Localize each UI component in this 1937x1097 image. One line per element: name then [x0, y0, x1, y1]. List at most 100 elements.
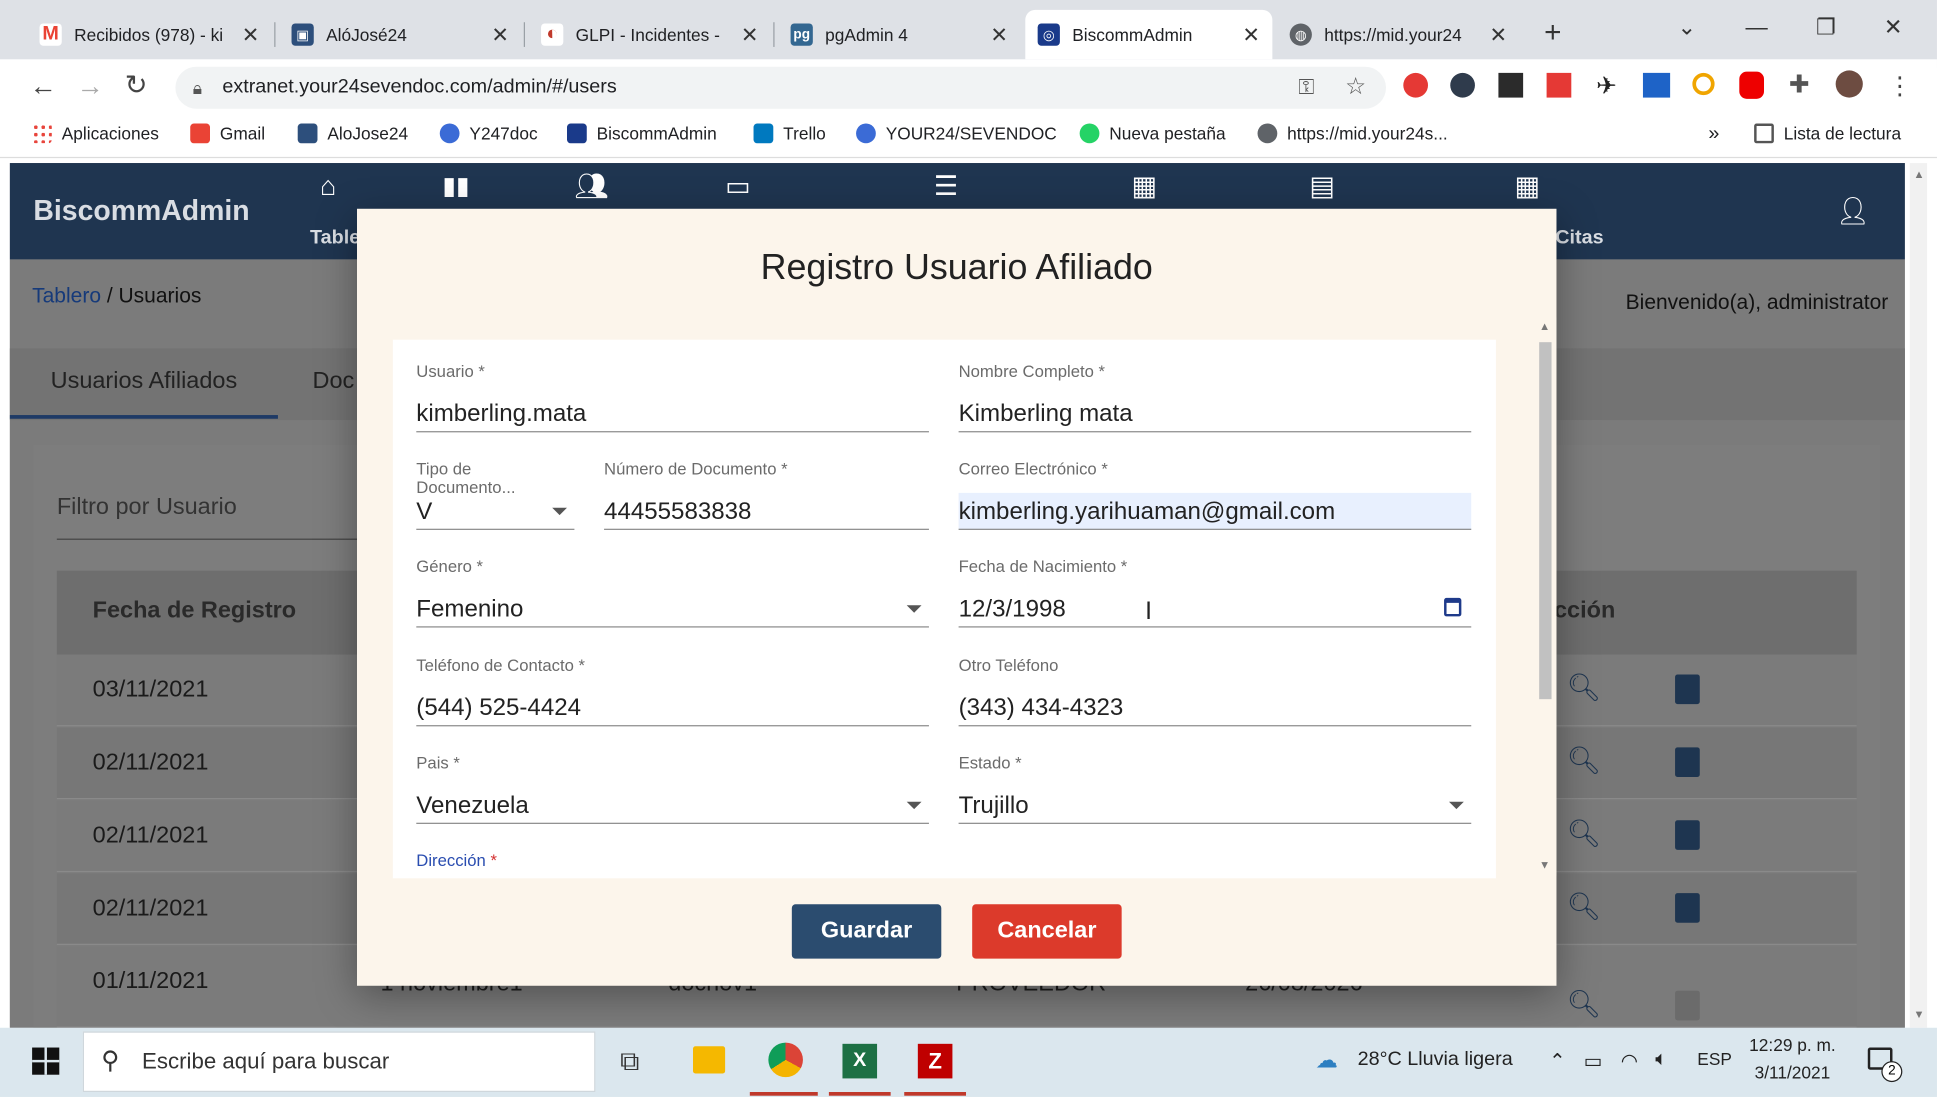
cancel-button[interactable]: Cancelar — [972, 904, 1122, 959]
dialog-scrollbar[interactable]: ▲ ▼ — [1534, 317, 1557, 876]
restore-icon[interactable]: ❐ — [1816, 15, 1836, 41]
document-number-field[interactable]: Número de Documento * 44455583838 — [604, 460, 929, 530]
save-button[interactable]: Guardar — [791, 904, 942, 959]
page-scrollbar[interactable]: ▲ ▼ — [1909, 163, 1928, 1028]
scrollbar-thumb[interactable] — [1539, 342, 1552, 700]
key-icon[interactable]: ⚿ — [1298, 67, 1314, 109]
document-type-select[interactable]: Tipo de Documento... V — [416, 460, 575, 530]
clipboard-icon[interactable] — [1675, 674, 1700, 705]
search-icon[interactable]: 🔍︎ — [1566, 672, 1601, 704]
extension-icon[interactable] — [1692, 72, 1715, 96]
bookmark-aplicaciones[interactable]: Aplicaciones — [32, 123, 159, 144]
tab-doctores[interactable]: Doc — [313, 348, 355, 415]
calendar-icon[interactable]: ▦ — [1132, 170, 1158, 202]
tab-search-icon[interactable]: ⌄ — [1678, 15, 1697, 41]
close-tab-icon[interactable]: ✕ — [242, 23, 260, 48]
weather-text[interactable]: 28°C Lluvia ligera — [1358, 1049, 1513, 1071]
extension-icon[interactable]: ✈ — [1596, 70, 1617, 101]
browser-tab-pgadmin[interactable]: pg pgAdmin 4 ✕ — [778, 10, 1020, 59]
bookmark-nueva-pestana[interactable]: Nueva pestaña — [1079, 123, 1226, 144]
clipboard-icon[interactable] — [1675, 990, 1700, 1021]
battery-icon[interactable]: ▭ — [1584, 1049, 1603, 1074]
browser-tab-gmail[interactable]: M Recibidos (978) - ki ✕ — [27, 10, 272, 59]
list-icon[interactable]: ☰ — [934, 170, 958, 202]
new-tab-button[interactable]: + — [1544, 16, 1561, 51]
nav-tablero-label[interactable]: Table — [310, 227, 360, 249]
extension-icon[interactable] — [1546, 72, 1572, 98]
bookmark-your24[interactable]: YOUR24/SEVENDOC — [856, 123, 1057, 144]
sof-icon[interactable] — [1642, 72, 1671, 98]
bookmark-gmail[interactable]: Gmail — [190, 123, 265, 144]
clipboard-icon[interactable] — [1675, 820, 1700, 850]
breadcrumb-link-tablero[interactable]: Tablero — [32, 284, 101, 307]
bar-chart-icon[interactable]: ▮▮ — [442, 170, 469, 201]
menu-icon[interactable]: ⋮ — [1888, 70, 1913, 101]
search-icon[interactable]: 🔍︎ — [1566, 988, 1601, 1020]
back-icon[interactable]: ← — [30, 70, 57, 102]
extension-icon[interactable] — [1450, 72, 1475, 98]
excel-icon[interactable]: X — [842, 1043, 878, 1079]
close-window-icon[interactable]: ✕ — [1884, 15, 1903, 41]
reading-list-button[interactable]: Lista de lectura — [1754, 123, 1901, 144]
people-icon[interactable]: 👥︎ — [574, 170, 609, 202]
browser-tab-mid[interactable]: ◍ https://mid.your24 ✕ — [1277, 10, 1519, 59]
bookmark-biscommadmin[interactable]: BiscommAdmin — [567, 123, 717, 144]
gender-select[interactable]: Género * Femenino — [416, 557, 929, 628]
taskbar-search-input[interactable]: ⚲ Escribe aquí para buscar — [82, 1031, 596, 1093]
credit-card-icon[interactable]: ▭ — [725, 170, 751, 202]
close-tab-icon[interactable]: ✕ — [741, 23, 759, 48]
username-field[interactable]: Usuario * kimberling.mata — [416, 362, 929, 433]
search-icon[interactable]: 🔍︎ — [1566, 745, 1601, 777]
bookmark-alojose24[interactable]: AloJose24 — [297, 123, 408, 144]
calendar-icon[interactable]: ▦ — [1514, 170, 1540, 202]
chrome-icon[interactable] — [768, 1042, 803, 1078]
country-select[interactable]: Pais * Venezuela — [416, 754, 929, 824]
browser-tab-glpi[interactable]: ◐ GLPI - Incidentes - ✕ — [529, 10, 771, 59]
volume-icon[interactable]: 🔈︎ — [1655, 1049, 1667, 1071]
file-explorer-icon[interactable] — [693, 1046, 726, 1074]
windows-start-icon[interactable] — [32, 1047, 60, 1075]
clock[interactable]: 12:29 p. m. 3/11/2021 — [1749, 1035, 1836, 1082]
contact-phone-field[interactable]: Teléfono de Contacto * (544) 525-4424 — [416, 656, 929, 727]
clipboard-icon[interactable] — [1675, 893, 1700, 923]
bookmark-trello[interactable]: Trello — [753, 123, 826, 144]
star-icon[interactable]: ☆ — [1345, 67, 1366, 109]
url-bar[interactable]: 🔒︎ extranet.your24sevendoc.com/admin/#/u… — [175, 66, 1387, 109]
extension-icon[interactable] — [1403, 72, 1429, 98]
wifi-icon[interactable]: ◠ — [1621, 1049, 1638, 1074]
bookmark-y247doc[interactable]: Y247doc — [439, 123, 538, 144]
browser-tab-alojose[interactable]: ▣ AlóJosé24 ✕ — [279, 10, 521, 59]
task-view-icon[interactable]: ⧉ — [620, 1045, 639, 1077]
clipboard-icon[interactable] — [1675, 747, 1700, 778]
adblock-icon[interactable] — [1739, 71, 1765, 99]
state-select[interactable]: Estado * Trujillo — [958, 754, 1472, 824]
tab-usuarios-afiliados[interactable]: Usuarios Afiliados — [9, 348, 278, 419]
user-account-icon[interactable]: 👤︎ — [1836, 195, 1871, 227]
minimize-icon[interactable]: — — [1745, 15, 1767, 41]
language-indicator[interactable]: ESP — [1697, 1049, 1732, 1069]
puzzle-icon[interactable]: ✚ — [1789, 69, 1810, 100]
more-bookmarks-icon[interactable]: » — [1708, 124, 1719, 146]
close-tab-icon[interactable]: ✕ — [1489, 23, 1507, 48]
clipboard-icon[interactable]: ▤ — [1309, 170, 1335, 202]
browser-tab-biscommadmin[interactable]: ◎ BiscommAdmin ✕ — [1025, 9, 1273, 60]
bookmark-mid[interactable]: https://mid.your24s... — [1257, 123, 1448, 144]
chevron-up-icon[interactable]: ⌃ — [1549, 1049, 1566, 1074]
avatar[interactable] — [1835, 70, 1863, 98]
birthdate-field[interactable]: Fecha de Nacimiento * 12/3/1998 I — [958, 557, 1472, 628]
calendar-icon[interactable] — [1444, 597, 1462, 617]
close-tab-icon[interactable]: ✕ — [990, 23, 1008, 48]
email-field[interactable]: Correo Electrónico * kimberling.yarihuam… — [958, 460, 1472, 530]
fullname-field[interactable]: Nombre Completo * Kimberling mata — [958, 362, 1472, 433]
selenium-icon[interactable] — [1498, 72, 1524, 98]
close-tab-icon[interactable]: ✕ — [1242, 23, 1260, 48]
filezilla-icon[interactable]: Z — [917, 1043, 953, 1079]
search-icon[interactable]: 🔍︎ — [1566, 891, 1601, 923]
search-icon[interactable]: 🔍︎ — [1566, 818, 1601, 850]
nav-citas-label[interactable]: Citas — [1555, 227, 1603, 249]
weather-icon[interactable]: ☁ — [1316, 1048, 1338, 1074]
reload-icon[interactable]: ↻ — [125, 69, 148, 101]
home-icon[interactable]: ⌂ — [320, 170, 336, 202]
forward-icon[interactable]: → — [77, 70, 104, 102]
filter-input[interactable]: Filtro por Usuario — [56, 494, 358, 540]
